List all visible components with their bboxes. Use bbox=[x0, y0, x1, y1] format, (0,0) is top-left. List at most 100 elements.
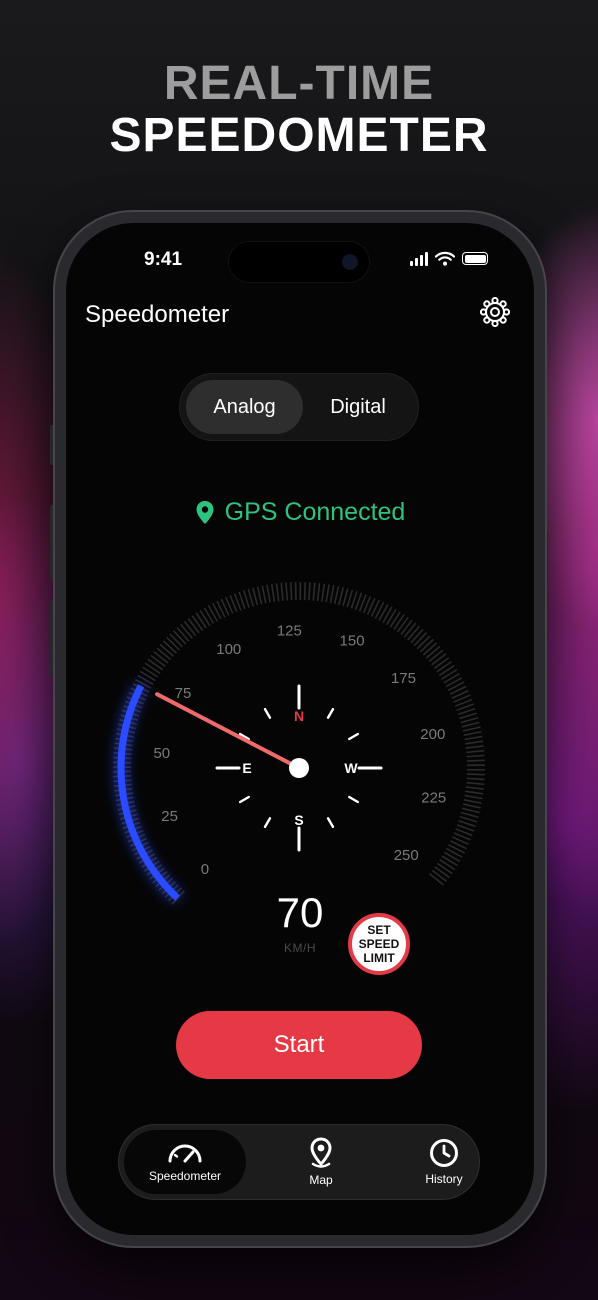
gauge-tick bbox=[150, 654, 166, 667]
gauge-tick bbox=[463, 799, 482, 805]
gauge-tick bbox=[176, 626, 190, 642]
compass-tick bbox=[326, 817, 335, 829]
gauge-tick bbox=[285, 582, 289, 601]
gauge-tick bbox=[431, 869, 448, 882]
speed-arc bbox=[117, 684, 180, 901]
gauge-tick bbox=[180, 623, 193, 639]
gauge-tick bbox=[462, 803, 481, 809]
set-speed-limit-button[interactable]: SET SPEED LIMIT bbox=[348, 913, 410, 975]
gauge-tick bbox=[466, 777, 485, 781]
compass-tick bbox=[348, 732, 360, 741]
tab-speedometer-label: Speedometer bbox=[148, 1169, 222, 1183]
gauge-scale-label: 75 bbox=[175, 685, 192, 702]
gauge-tick bbox=[465, 740, 484, 745]
gauge-tick bbox=[466, 754, 485, 758]
compass-tick bbox=[326, 707, 335, 719]
gauge-scale-label: 225 bbox=[421, 790, 446, 807]
gauge-tick bbox=[169, 633, 184, 648]
gauge-tick bbox=[429, 873, 445, 886]
gauge-tick bbox=[466, 759, 485, 762]
gauge-tick bbox=[156, 647, 172, 661]
gauge-tick bbox=[410, 628, 424, 644]
limit-line1: SET bbox=[367, 923, 391, 937]
gauge-tick bbox=[144, 662, 161, 675]
gauge-tick bbox=[436, 862, 453, 875]
gauge-tick bbox=[422, 642, 438, 656]
gauge-tick bbox=[413, 632, 428, 647]
gauge-tick bbox=[465, 745, 484, 749]
gauge-tick bbox=[460, 716, 479, 724]
gauge-tick bbox=[290, 582, 293, 601]
gauge-tick bbox=[403, 622, 417, 638]
map-pin-icon bbox=[310, 1137, 332, 1168]
gauge-tick bbox=[459, 815, 478, 823]
gauge-tick bbox=[407, 625, 420, 641]
tab-map[interactable]: Map bbox=[288, 1130, 354, 1194]
gauge-scale-label: 50 bbox=[153, 745, 170, 762]
gauge-tick bbox=[346, 589, 354, 608]
mode-toggle: Analog Digital bbox=[179, 373, 419, 441]
gauge-tick bbox=[443, 673, 460, 684]
dynamic-island bbox=[228, 241, 370, 283]
gauge-tick bbox=[325, 584, 330, 603]
gauge-tick bbox=[396, 616, 409, 633]
tab-speedometer[interactable]: Speedometer bbox=[124, 1130, 246, 1194]
toggle-analog[interactable]: Analog bbox=[186, 380, 303, 434]
gauge-tick bbox=[393, 614, 405, 630]
gauge-tick bbox=[162, 640, 177, 654]
toggle-digital[interactable]: Digital bbox=[303, 380, 413, 434]
gauge-tick bbox=[464, 794, 483, 800]
gauge-tick bbox=[203, 607, 215, 624]
tab-map-label: Map bbox=[309, 1173, 333, 1187]
gauge-icon bbox=[168, 1144, 202, 1163]
gauge-tick bbox=[465, 786, 484, 790]
speed-needle bbox=[155, 692, 301, 770]
gauge-tick bbox=[466, 749, 485, 754]
gauge-tick bbox=[247, 588, 254, 607]
page-title: Speedometer bbox=[85, 301, 230, 328]
limit-line2: SPEED bbox=[358, 937, 400, 951]
speed-value: 70 bbox=[276, 889, 324, 936]
gauge-tick bbox=[416, 635, 431, 650]
gauge-tick bbox=[183, 620, 197, 637]
gauge-tick bbox=[252, 587, 259, 606]
start-button[interactable]: Start bbox=[176, 1011, 422, 1079]
gauge-tick bbox=[242, 590, 250, 608]
gauge-tick bbox=[436, 660, 453, 673]
gauge-tick bbox=[400, 619, 413, 635]
gear-icon[interactable] bbox=[480, 297, 510, 327]
gauge-scale-label: 200 bbox=[420, 726, 445, 743]
gauge-tick bbox=[461, 721, 480, 728]
gauge-tick bbox=[172, 630, 187, 645]
compass-tick bbox=[263, 707, 272, 719]
gauge-tick bbox=[199, 609, 211, 627]
gauge-scale-label: 125 bbox=[277, 622, 302, 639]
location-pin-icon bbox=[196, 500, 214, 524]
gauge-tick bbox=[342, 588, 349, 607]
gauge-scale-label: 250 bbox=[394, 847, 419, 864]
gauge-tick bbox=[443, 851, 461, 863]
gauge-tick bbox=[434, 866, 450, 879]
gauge-tick bbox=[441, 855, 458, 867]
gauge-tick bbox=[419, 638, 434, 653]
gauge-scale-label: 25 bbox=[161, 808, 178, 825]
analog-gauge: 0 25 50 75 100 125 150 175 200 225 250 N E S W bbox=[112, 581, 485, 905]
compass-w: W bbox=[344, 760, 358, 776]
gps-status-label: GPS Connected bbox=[224, 498, 406, 526]
camera-icon bbox=[342, 254, 358, 270]
battery-icon bbox=[462, 252, 488, 265]
gauge-tick bbox=[439, 859, 456, 871]
gauge-scale-label: 0 bbox=[201, 861, 209, 878]
tab-history[interactable]: History bbox=[404, 1130, 484, 1194]
gauge-tick bbox=[166, 636, 180, 651]
gauge-tick bbox=[195, 612, 207, 629]
gps-status: GPS Connected bbox=[66, 498, 534, 527]
gauge-tick bbox=[433, 657, 450, 670]
wifi-icon bbox=[435, 251, 455, 266]
headline-line2: SPEEDOMETER bbox=[109, 109, 489, 162]
gauge-tick bbox=[465, 790, 484, 795]
gauge-tick bbox=[438, 664, 455, 677]
gauge-scale-label: 100 bbox=[216, 641, 241, 658]
gauge-tick bbox=[459, 712, 477, 720]
gauge-tick bbox=[389, 611, 401, 628]
